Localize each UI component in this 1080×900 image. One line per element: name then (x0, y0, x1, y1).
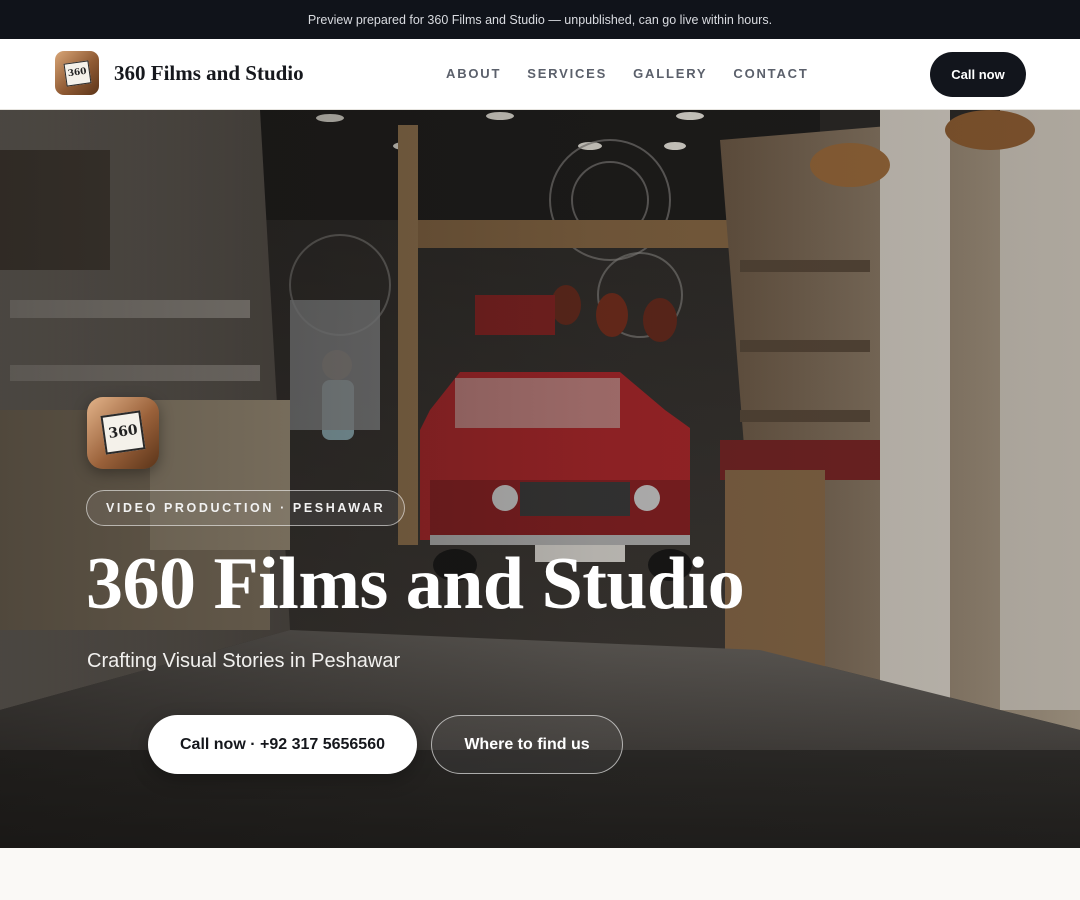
hero-eyebrow-text: VIDEO PRODUCTION · PESHAWAR (106, 501, 386, 515)
nav-link-gallery[interactable]: GALLERY (633, 66, 707, 81)
nav-link-about[interactable]: ABOUT (446, 66, 501, 81)
hero-logo-icon: 360 (87, 397, 159, 469)
brand-logo-icon: 360 (55, 51, 99, 95)
nav-link-contact[interactable]: CONTACT (733, 66, 808, 81)
brand-name: 360 Films and Studio (114, 60, 304, 85)
hero-call-button[interactable]: Call now · +92 317 5656560 (148, 715, 417, 774)
hero-eyebrow-badge: VIDEO PRODUCTION · PESHAWAR (86, 490, 406, 526)
hero-title: 360 Films and Studio (86, 543, 745, 625)
hero-section: 360 VIDEO PRODUCTION · PESHAWAR 360 Film… (0, 110, 1080, 848)
brand-home-link[interactable]: 360 360 Films and Studio (55, 51, 304, 95)
main-nav: ABOUT SERVICES GALLERY CONTACT (446, 66, 835, 81)
logo-card: 360 (63, 59, 91, 87)
announcement-bar: Preview prepared for 360 Films and Studi… (0, 0, 1080, 39)
nav-link-services[interactable]: SERVICES (527, 66, 607, 81)
next-section (0, 848, 1080, 900)
hero-logo-card: 360 (100, 410, 146, 455)
hero-directions-button[interactable]: Where to find us (431, 715, 623, 774)
announcement-text: Preview prepared for 360 Films and Studi… (307, 12, 773, 27)
site-header: 360 360 Films and Studio ABOUT SERVICES … (0, 39, 1080, 110)
hero-subtitle: Crafting Visual Stories in Peshawar (87, 650, 401, 672)
header-call-button[interactable]: Call now (930, 52, 1026, 97)
